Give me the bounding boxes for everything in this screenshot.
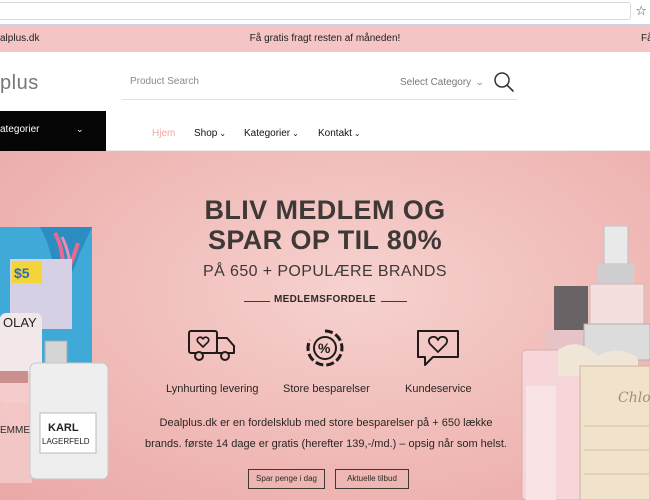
categories-button-label: ategorier <box>0 124 40 135</box>
svg-text:%: % <box>318 340 331 356</box>
feature-label-service: Kundeservice <box>405 383 472 395</box>
search-bar: Select Category⌄ <box>122 66 517 100</box>
browser-toolbar: ☆ <box>0 0 650 26</box>
hero-description-line2: brands. første 14 dage er gratis (hereft… <box>145 438 507 450</box>
hero-title: BLIV MEDLEM OG SPAR OP TIL 80% <box>150 195 500 255</box>
announcement-bar: alplus.dk Få gratis fragt resten af måne… <box>0 26 650 52</box>
address-bar[interactable] <box>0 2 631 20</box>
femme-text: EMME <box>0 425 30 436</box>
right-products-image: Chloé <box>521 226 650 500</box>
chevron-down-icon: ⌄ <box>475 77 485 87</box>
hero-subtitle: PÅ 650 + POPULÆRE BRANDS <box>203 263 447 280</box>
nav-item-hjem[interactable]: Hjem <box>152 128 175 139</box>
hero-banner: $5 OLAY EMME KARL LAGERFELD Chloé <box>0 151 650 500</box>
truck-heart-icon <box>188 330 235 361</box>
lagerfeld-text: LAGERFELD <box>42 437 90 446</box>
chevron-down-icon: ⌄ <box>76 124 84 134</box>
hero-description-line1: Dealplus.dk er en fordelsklub med store … <box>159 417 493 429</box>
chevron-down-icon: ⌄ <box>219 129 227 138</box>
current-offers-button[interactable]: Aktuelle tilbud <box>335 469 409 489</box>
karl-text: KARL <box>48 422 79 434</box>
hero-description: Dealplus.dk er en fordelsklub med store … <box>130 413 522 455</box>
category-select[interactable]: Select Category ⌄ <box>400 77 485 88</box>
search-input[interactable] <box>130 76 370 87</box>
chevron-down-icon: ⌄ <box>353 129 361 138</box>
announcement-text: Få gratis fragt resten af måneden! <box>249 33 401 44</box>
announcement-text-repeat: Få <box>641 33 650 44</box>
categories-button[interactable]: ategorier ⌄ <box>0 111 106 151</box>
coupon-text: $5 <box>14 265 30 281</box>
olay-text: OLAY <box>3 315 37 330</box>
site-logo[interactable]: plus <box>0 72 39 95</box>
divider-line-right <box>381 301 407 302</box>
feature-label-delivery: Lynhurting levering <box>166 383 259 395</box>
nav-item-kontakt[interactable]: Kontakt ⌄ <box>318 128 361 139</box>
chloe-text: Chloé <box>618 390 650 406</box>
percent-icon: % <box>306 329 344 367</box>
category-select-label: Select Category <box>400 77 472 88</box>
hero-title-line1: BLIV MEDLEM OG <box>204 195 446 225</box>
save-money-button[interactable]: Spar penge i dag <box>248 469 325 489</box>
hero-title-line2: SPAR OP TIL 80% <box>207 225 443 255</box>
members-benefits-label: MEDLEMSFORDELE <box>274 294 376 305</box>
chevron-down-icon: ⌄ <box>292 129 299 138</box>
bookmark-star-icon[interactable]: ☆ <box>635 4 647 18</box>
nav-item-kategorier[interactable]: Kategorier ⌄ <box>244 128 299 139</box>
nav-item-shop[interactable]: Shop ⌄ <box>194 128 226 139</box>
search-icon[interactable] <box>492 70 516 94</box>
feature-label-savings: Store besparelser <box>283 383 370 395</box>
chat-heart-icon <box>417 330 459 366</box>
left-products-image: $5 OLAY EMME KARL LAGERFELD <box>0 227 109 483</box>
